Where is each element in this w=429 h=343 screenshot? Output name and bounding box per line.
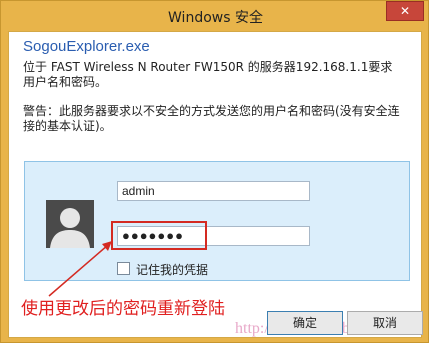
close-button[interactable]: ✕ — [386, 1, 424, 21]
close-icon: ✕ — [399, 4, 411, 18]
ok-button[interactable]: 确定 — [267, 311, 343, 335]
windows-security-dialog: Windows 安全 ✕ SogouExplorer.exe 位于 FAST W… — [0, 0, 429, 343]
annotation-arrow-icon — [48, 241, 112, 297]
window-title: Windows 安全 — [168, 10, 263, 26]
dialog-content: SogouExplorer.exe 位于 FAST Wireless N Rou… — [8, 31, 423, 338]
annotation-text: 使用更改后的密码重新登陆 — [21, 299, 225, 319]
cancel-button[interactable]: 取消 — [347, 311, 423, 335]
title-bar[interactable]: Windows 安全 ✕ — [1, 1, 429, 31]
